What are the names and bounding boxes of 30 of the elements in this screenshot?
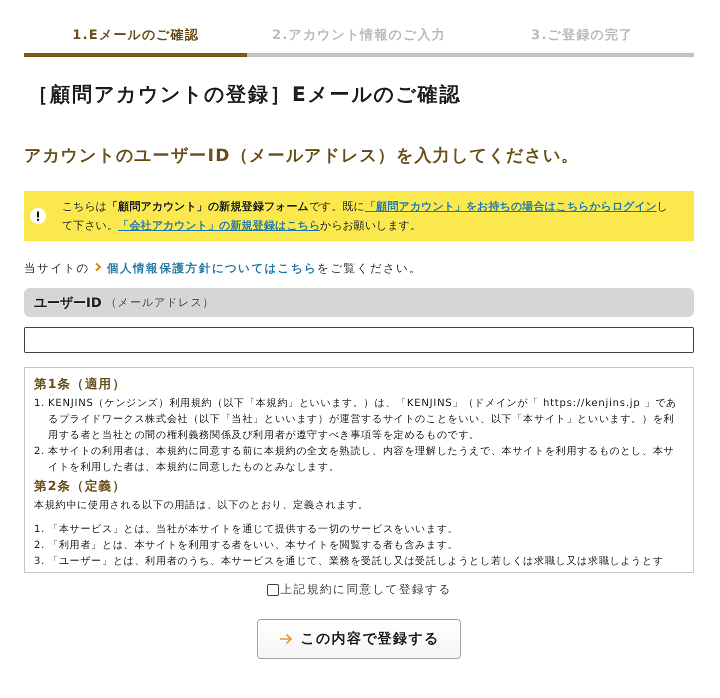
warning-icon	[30, 208, 46, 224]
terms-item-text: 「本サービス」とは、当社が本サイトを通じて提供する一切のサービスをいいます。	[48, 522, 458, 537]
terms-paragraph: 本規約中に使用される以下の用語は、以下のとおり、定義されます。	[34, 498, 370, 513]
agree-checkbox[interactable]	[266, 584, 279, 596]
agree-label[interactable]: 上記規約に同意して登録する	[280, 582, 452, 597]
item-number: 1.	[34, 523, 46, 537]
text-link[interactable]: 「会社アカウント」の新規登録はこちら	[118, 219, 320, 232]
terms-item-text: KENJINS（ケンジンズ）利用規約（以下「本規約」といいます。）は、「KENJINS」（ドメインが「 https://kenjins.jp 」であるプライドワークス株式会社（以下「当社」といいます）が運営するサイトのことをいい、以下「本サイト」といいます。）を利用する者と当社との間の権利義務関係及び利用者が遵守すべき事項等を定めるものです。	[48, 396, 678, 443]
item-number: 3.	[34, 555, 46, 569]
item-number: 2.	[34, 445, 46, 459]
terms-item-text: 「利用者」とは、本サイトを利用する者をいい、本サイトを閲覧する者も含みます。	[48, 538, 458, 553]
section-heading: アカウントのユーザーID（メールアドレス）を入力してください。	[24, 145, 581, 167]
text-link[interactable]: らログイン	[600, 200, 657, 213]
terms-item-text: 本サイトの利用者は、本規約に同意する前に本規約の全文を熟読し、内容を理解したうえで、本サイトを利用するものとし、本サイトを利用した者は、本規約に同意したものとみなします。	[48, 444, 676, 475]
article-heading: 第2条（定義）	[34, 478, 128, 494]
terms-item-text: 「ユーザー」とは、利用者のうち、本サービスを通じて、業務を受託し又は受託しようとし若しくは求職し又は求職しようとす	[48, 554, 664, 569]
submit-button[interactable]: この内容で登録する	[257, 619, 461, 659]
email-input-field[interactable]	[24, 327, 694, 353]
chevron-icon	[94, 262, 103, 272]
item-number: 2.	[34, 539, 46, 553]
arrow-icon	[278, 633, 293, 645]
notice-text: こちらは「顧問アカウント」の新規登録フォームです。既に「顧問アカウント」をお持ちの場合はこちらからログイン して下さい。「会社アカウント」の新規登録はこちらからお願いします。	[62, 199, 669, 234]
privacy-text: 当サイトの 個人情報保護方針についてはこちら をご覧ください。	[24, 261, 424, 276]
privacy-link[interactable]: 個人情報保護方針についてはこちら	[106, 261, 318, 275]
page-title: ［顧問アカウントの登録］Eメールのご確認	[28, 81, 463, 108]
field-label: ユーザーID	[34, 294, 102, 312]
item-number: 1.	[34, 397, 46, 411]
field-hint: （メールアドレス）	[106, 295, 215, 310]
text-link[interactable]: 「顧問アカウント」をお持ちの場合はこちらか	[364, 200, 601, 213]
article-heading: 第1条（適用）	[34, 376, 128, 392]
